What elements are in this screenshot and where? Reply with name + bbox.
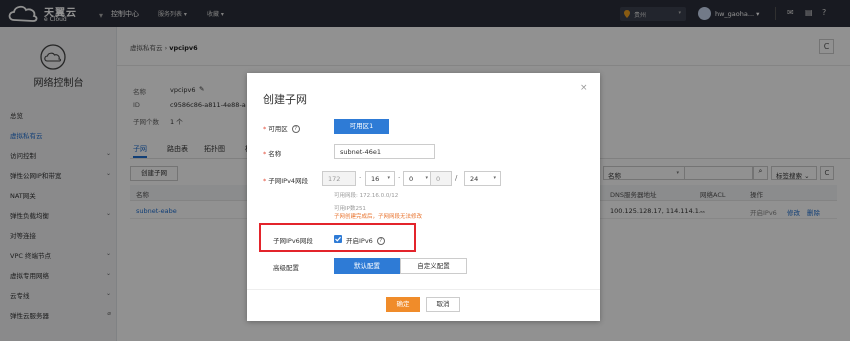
- dialog-footer-divider: [247, 289, 600, 290]
- cidr-slash: /: [455, 174, 458, 182]
- az-option-1[interactable]: 可用区1: [334, 119, 389, 134]
- cidr-octet-2-input[interactable]: 16 ▾: [365, 171, 395, 186]
- cancel-button[interactable]: 取消: [426, 297, 460, 312]
- ipv6-checkbox-text: 开启IPv6: [346, 237, 373, 245]
- advanced-config-label: 高级配置: [273, 264, 299, 272]
- available-ip-count: 可用IP数251: [334, 206, 366, 212]
- az-label: * 可用区?: [263, 123, 300, 133]
- ipv6-label: 子网IPv6网段: [273, 237, 313, 245]
- subnet-name-label-text: 名称: [268, 150, 282, 158]
- required-mark: *: [263, 177, 267, 185]
- required-mark: *: [263, 150, 267, 158]
- subnet-name-label: * 名称: [263, 148, 281, 158]
- default-config-button[interactable]: 默认配置: [334, 258, 400, 274]
- chevron-down-icon: ▾: [493, 175, 496, 181]
- chevron-down-icon: ▾: [425, 175, 428, 181]
- ipv6-checkbox-label: 开启IPv6?: [346, 235, 385, 245]
- cidr-octet-4-input: 0: [430, 171, 452, 186]
- cidr-octet-1-input: 172: [322, 171, 356, 186]
- cidr-range-hint: 可用网段: 172.16.0.0/12: [334, 193, 399, 199]
- cidr-label: * 子网IPv4网段: [263, 175, 308, 185]
- cidr-label-text: 子网IPv4网段: [268, 177, 309, 185]
- close-icon[interactable]: ×: [580, 83, 588, 93]
- cidr-octet-3-value: 0: [409, 175, 414, 183]
- cidr-mask-select[interactable]: 24 ▾: [464, 171, 501, 186]
- ipv6-checkbox[interactable]: [334, 235, 342, 243]
- checkmark-icon: [335, 236, 341, 242]
- dialog-title: 创建子网: [263, 93, 307, 106]
- cidr-dot: ·: [398, 174, 401, 182]
- cidr-dot: ·: [359, 174, 362, 182]
- confirm-button[interactable]: 确定: [386, 297, 420, 312]
- subnet-name-input[interactable]: subnet-46e1: [334, 144, 435, 159]
- cidr-mask-value: 24: [470, 175, 479, 183]
- custom-config-button[interactable]: 自定义配置: [400, 258, 467, 274]
- cidr-warning: 子网创建完成后，子网网段无法修改: [334, 214, 423, 220]
- cidr-octet-3-input[interactable]: 0 ▾: [403, 171, 433, 186]
- create-subnet-dialog: 创建子网 × * 可用区? 可用区1 * 名称 subnet-46e1 * 子网IPv…: [247, 73, 600, 321]
- chevron-down-icon: ▾: [387, 175, 390, 181]
- az-label-text: 可用区: [268, 125, 288, 133]
- required-mark: *: [263, 125, 267, 133]
- cidr-octet-2-value: 16: [371, 175, 380, 183]
- help-icon[interactable]: ?: [291, 125, 300, 133]
- help-icon[interactable]: ?: [376, 237, 385, 245]
